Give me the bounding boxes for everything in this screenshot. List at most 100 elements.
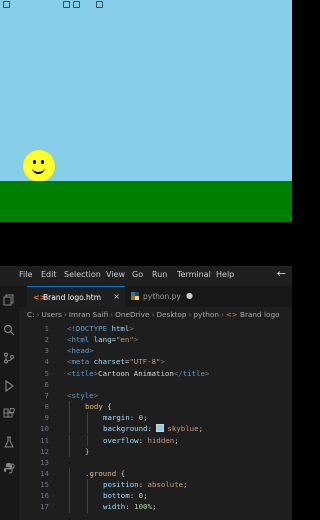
code-text: <title>Cartoon Animation</title> bbox=[67, 368, 210, 378]
indent-guide bbox=[87, 412, 88, 424]
arrow-left-icon[interactable]: ← bbox=[277, 267, 286, 280]
menu-view[interactable]: View bbox=[106, 270, 125, 279]
code-line[interactable]: 7 <style> bbox=[19, 390, 292, 401]
tab-python[interactable]: python.py ● bbox=[127, 286, 197, 307]
code-line[interactable]: 9 margin: 0; bbox=[19, 412, 292, 424]
line-number: 7 bbox=[44, 390, 49, 400]
tab-brand-logo[interactable]: <> Brand logo.htm × bbox=[27, 286, 125, 307]
code-text: .ground { bbox=[85, 468, 126, 478]
breadcrumb-item[interactable]: C: bbox=[27, 310, 35, 319]
code-text: width: 100%; bbox=[103, 502, 157, 512]
breadcrumb-item[interactable]: OneDrive bbox=[115, 310, 149, 319]
indent-guide bbox=[87, 490, 88, 502]
indent-guide bbox=[87, 434, 88, 446]
line-number: 17 bbox=[40, 502, 49, 512]
indent-guide bbox=[69, 479, 70, 491]
tab-label: python.py bbox=[143, 292, 181, 301]
breadcrumb-item[interactable]: Imran Saifi bbox=[69, 310, 108, 319]
code-line[interactable]: 15 position: absolute; bbox=[19, 479, 292, 491]
indent-guide bbox=[69, 423, 70, 435]
sun-smile bbox=[32, 164, 45, 174]
close-icon[interactable]: × bbox=[113, 292, 120, 301]
code-text: <style> bbox=[67, 390, 99, 400]
code-text: } bbox=[85, 446, 90, 456]
line-number: 13 bbox=[40, 457, 49, 467]
line-number: 5 bbox=[44, 368, 49, 378]
modified-dot-icon[interactable]: ● bbox=[186, 291, 193, 300]
breadcrumb-item[interactable]: python bbox=[193, 310, 219, 319]
menu-bar: File Edit Selection View Go Run Terminal… bbox=[0, 266, 292, 286]
code-editor[interactable]: 1 <!DOCTYPE html> 2 <html lang="en"> 3 <head>… bbox=[19, 323, 292, 520]
code-line[interactable]: 11 overflow: hidden; bbox=[19, 434, 292, 446]
preview-toolbar bbox=[0, 0, 292, 9]
menu-file[interactable]: File bbox=[19, 270, 32, 279]
indent-guide bbox=[87, 479, 88, 491]
toolbar-icon[interactable] bbox=[63, 1, 70, 8]
code-line[interactable]: 6 bbox=[19, 379, 292, 390]
indent-guide bbox=[69, 412, 70, 424]
color-swatch[interactable] bbox=[156, 424, 165, 433]
ground bbox=[0, 181, 292, 222]
search-icon[interactable] bbox=[3, 324, 15, 336]
indent-guide bbox=[69, 401, 70, 413]
breadcrumb-item[interactable]: Users bbox=[41, 310, 61, 319]
code-text: <html lang="en"> bbox=[67, 335, 139, 345]
run-debug-icon[interactable] bbox=[3, 380, 15, 392]
line-number: 15 bbox=[40, 480, 49, 490]
breadcrumb-item[interactable]: Desktop bbox=[156, 310, 186, 319]
code-text: overflow: hidden; bbox=[103, 435, 179, 445]
flask-icon[interactable] bbox=[3, 436, 15, 448]
code-line[interactable]: 13 bbox=[19, 457, 292, 468]
menu-edit[interactable]: Edit bbox=[41, 270, 57, 279]
code-line[interactable]: 8 body { bbox=[19, 401, 292, 413]
code-line[interactable]: 10 background: skyblue; bbox=[19, 423, 292, 435]
menu-terminal[interactable]: Terminal bbox=[177, 270, 211, 279]
line-number: 2 bbox=[44, 335, 49, 345]
indent-guide bbox=[69, 490, 70, 502]
code-text: position: absolute; bbox=[103, 480, 188, 490]
activity-bar bbox=[0, 286, 19, 520]
code-text: body { bbox=[85, 402, 112, 412]
code-line[interactable]: 5 <title>Cartoon Animation</title> bbox=[19, 368, 292, 379]
code-line[interactable]: 16 bottom: 0; bbox=[19, 490, 292, 502]
line-number: 1 bbox=[44, 324, 49, 333]
line-number: 9 bbox=[44, 413, 49, 423]
menu-selection[interactable]: Selection bbox=[64, 270, 101, 279]
code-line[interactable]: 14 .ground { bbox=[19, 467, 292, 480]
extensions-icon[interactable] bbox=[3, 408, 15, 420]
menu-run[interactable]: Run bbox=[152, 270, 167, 279]
menu-go[interactable]: Go bbox=[132, 270, 143, 279]
editor-tabs: <> Brand logo.htm × python.py ● bbox=[19, 286, 292, 307]
toolbar-icon[interactable] bbox=[73, 1, 80, 8]
line-number: 14 bbox=[40, 468, 49, 478]
code-line[interactable]: 3 <head> bbox=[19, 345, 292, 356]
html-icon: <> bbox=[225, 311, 238, 319]
code-line[interactable]: 1 <!DOCTYPE html> bbox=[19, 323, 292, 334]
breadcrumb-item[interactable]: Brand logo bbox=[240, 310, 280, 319]
copy-icon[interactable] bbox=[3, 294, 15, 306]
code-text: bottom: 0; bbox=[103, 491, 148, 501]
line-number: 10 bbox=[40, 424, 49, 434]
menu-help[interactable]: Help bbox=[216, 270, 234, 279]
toolbar-icon[interactable] bbox=[96, 1, 103, 8]
indent-guide bbox=[69, 467, 70, 480]
line-number: 6 bbox=[44, 379, 49, 389]
code-text: <head> bbox=[67, 346, 94, 356]
line-number: 3 bbox=[44, 346, 49, 356]
cartoon-preview bbox=[0, 0, 292, 222]
line-number: 8 bbox=[44, 402, 49, 412]
divider bbox=[0, 222, 292, 223]
toolbar-icon[interactable] bbox=[3, 1, 10, 8]
line-number: 16 bbox=[40, 491, 49, 501]
indent-guide bbox=[69, 501, 70, 513]
code-text: margin: 0; bbox=[103, 413, 148, 423]
code-line[interactable]: 4 <meta charset="UTF-8"> bbox=[19, 356, 292, 367]
code-line[interactable]: 2 <html lang="en"> bbox=[19, 334, 292, 345]
code-line[interactable]: 17 width: 100%; bbox=[19, 501, 292, 513]
line-number: 12 bbox=[40, 446, 49, 456]
python-icon[interactable] bbox=[3, 462, 15, 474]
vscode-window: File Edit Selection View Go Run Terminal… bbox=[0, 266, 292, 520]
code-line[interactable]: 12} bbox=[19, 445, 292, 457]
source-control-icon[interactable] bbox=[3, 352, 15, 364]
tab-label: Brand logo.htm bbox=[43, 293, 101, 302]
